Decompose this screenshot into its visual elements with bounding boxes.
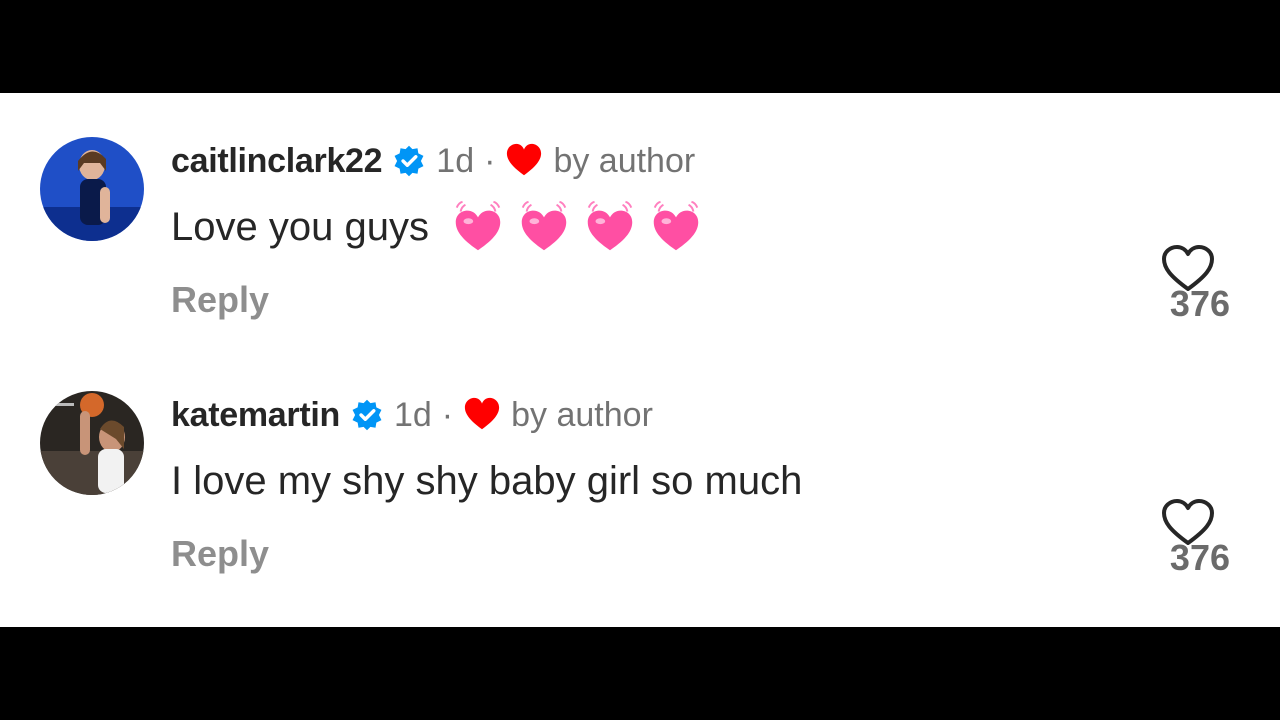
liked-by-author-label: by author — [553, 141, 696, 180]
comment-time: 1d — [436, 141, 475, 180]
comments-panel: caitlinclark22 1d · by author Love you g… — [0, 93, 1280, 627]
comment-text: Love you guys — [171, 204, 429, 249]
liked-by-author-label: by author — [511, 395, 653, 434]
comment-item: caitlinclark22 1d · by author Love you g… — [0, 137, 1280, 337]
comment-meta: caitlinclark22 1d · by author — [171, 141, 695, 181]
emoji-row — [449, 198, 713, 256]
separator-dot: · — [484, 141, 496, 180]
username[interactable]: katemartin — [171, 396, 340, 435]
beating-heart-emoji-icon — [449, 198, 507, 256]
beating-heart-emoji-icon — [647, 198, 705, 256]
reply-button[interactable]: Reply — [171, 533, 269, 575]
comment-time: 1d — [393, 395, 432, 434]
avatar[interactable] — [40, 391, 144, 495]
comment-text: I love my shy shy baby girl so much — [171, 458, 803, 503]
avatar-photo — [40, 137, 144, 241]
comment-text-row: Love you guys — [171, 198, 713, 256]
beating-heart-emoji-icon — [581, 198, 639, 256]
separator-dot: · — [441, 395, 454, 434]
verified-badge-icon — [392, 144, 426, 178]
avatar-photo — [40, 391, 144, 495]
comment-item: katemartin 1d · by author I love my shy … — [0, 391, 1280, 591]
username[interactable]: caitlinclark22 — [171, 142, 383, 181]
verified-badge-icon — [350, 398, 384, 432]
like-count: 376 — [1169, 283, 1230, 324]
beating-heart-emoji-icon — [515, 198, 573, 256]
heart-icon — [505, 142, 543, 180]
comment-text-row: I love my shy shy baby girl so much — [171, 455, 802, 507]
heart-icon — [463, 396, 501, 434]
reply-button[interactable]: Reply — [171, 279, 269, 321]
avatar[interactable] — [40, 137, 144, 241]
like-count: 376 — [1169, 537, 1230, 578]
comment-meta: katemartin 1d · by author — [171, 395, 653, 435]
